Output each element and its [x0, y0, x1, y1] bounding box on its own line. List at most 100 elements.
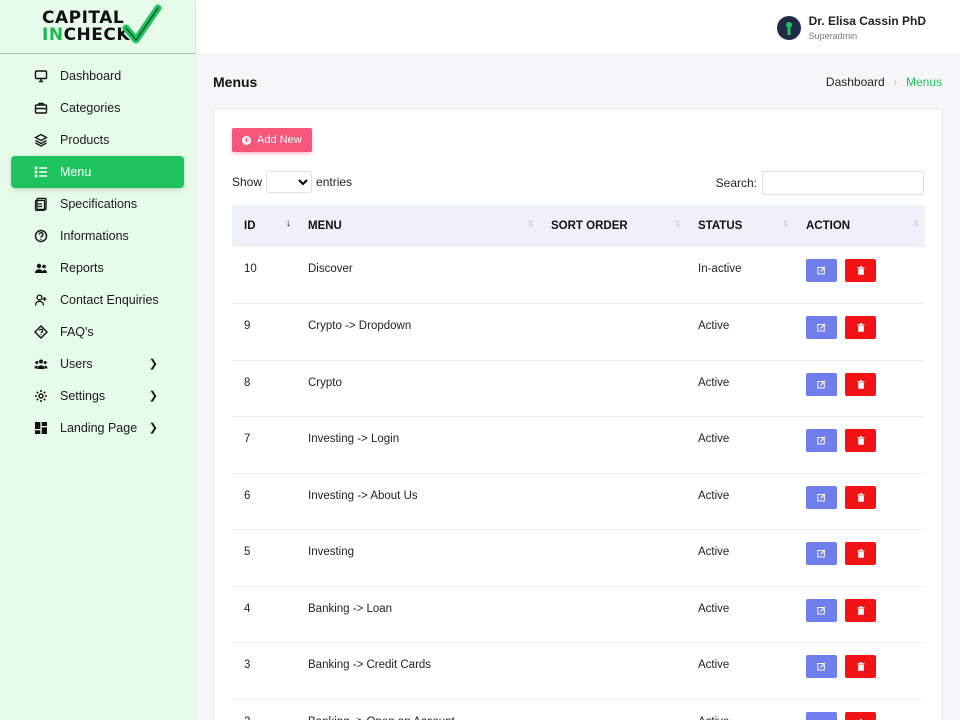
dashboard-grid-icon	[34, 421, 48, 435]
sidebar-item-settings[interactable]: Settings ❯	[11, 380, 184, 412]
edit-icon	[817, 549, 826, 558]
sidebar-item-label: Contact Enquiries	[60, 293, 159, 307]
column-header-status[interactable]: STATUS ↑↓	[686, 205, 794, 247]
check-mark-icon	[122, 4, 162, 43]
table-row: 2Banking -> Open an Account Active	[232, 699, 925, 720]
user-menu[interactable]: Dr. Elisa Cassin PhD Superadmin	[776, 14, 926, 41]
sidebar-item-label: Menu	[60, 165, 92, 179]
edit-button[interactable]	[806, 598, 837, 622]
cell-menu: Crypto -> Dropdown	[296, 303, 539, 361]
delete-button[interactable]	[845, 655, 876, 678]
edit-button[interactable]	[806, 655, 837, 678]
table-row: 4 Banking -> Loan Active	[232, 586, 925, 643]
user-plus-icon	[34, 293, 48, 307]
cell-status: Active	[686, 586, 794, 643]
edit-button[interactable]	[806, 372, 837, 396]
delete-button[interactable]	[845, 372, 876, 396]
monitor-icon	[34, 69, 48, 83]
breadcrumb-dashboard-link[interactable]: Dashboard	[826, 75, 885, 89]
add-new-button[interactable]: + Add New	[232, 128, 312, 152]
sidebar-item-landing-page[interactable]: Landing Page ❯	[11, 412, 184, 444]
delete-button[interactable]	[845, 598, 876, 622]
cell-sort-order	[539, 586, 686, 643]
table-header-row: ID ↑↓ MENU ↑↓ SORT ORDER ↑↓ STATUS ↑↓ ACTION…	[232, 205, 925, 247]
column-header-sort-order[interactable]: SORT ORDER ↑↓	[539, 205, 686, 247]
chevron-right-icon: ❯	[148, 390, 158, 402]
sidebar-item-label: FAQ's	[60, 325, 94, 339]
sidebar-item-contact-enquiries[interactable]: Contact Enquiries	[11, 284, 184, 316]
cell-sort-order	[539, 529, 686, 587]
edit-button[interactable]	[806, 542, 837, 565]
search-input[interactable]	[762, 171, 924, 195]
cell-id: 4	[232, 586, 296, 643]
cell-id: 10	[232, 247, 296, 304]
group-icon	[34, 357, 48, 371]
edit-button[interactable]	[806, 259, 837, 282]
cell-status: Active	[686, 360, 794, 417]
sidebar-item-faq-s[interactable]: FAQ's	[11, 316, 184, 348]
chevron-right-icon: ❯	[148, 422, 158, 434]
sidebar-item-dashboard[interactable]: Dashboard	[11, 60, 184, 92]
cell-action	[794, 642, 925, 700]
sidebar-item-reports[interactable]: Reports	[11, 252, 184, 284]
cell-status: Active	[686, 642, 794, 700]
sidebar-item-users[interactable]: Users ❯	[11, 348, 184, 380]
column-header-action[interactable]: ACTION ↑↓	[794, 205, 925, 247]
plus-circle-icon: +	[242, 134, 251, 145]
cell-sort-order	[539, 699, 686, 720]
delete-button[interactable]	[845, 485, 876, 509]
cell-id: 8	[232, 360, 296, 417]
edit-icon	[817, 436, 826, 445]
cell-status: Active	[686, 529, 794, 587]
sidebar-item-categories[interactable]: Categories	[11, 92, 184, 124]
cell-menu: Investing -> Login	[296, 416, 539, 474]
sidebar-item-products[interactable]: Products	[11, 124, 184, 156]
delete-button[interactable]	[845, 259, 876, 282]
delete-button[interactable]	[845, 429, 876, 452]
trash-icon	[857, 605, 864, 615]
edit-button[interactable]	[806, 485, 837, 509]
trash-icon	[857, 436, 864, 445]
sidebar-item-specifications[interactable]: Specifications	[11, 188, 184, 220]
cell-action	[794, 303, 925, 361]
cell-id: 9	[232, 303, 296, 361]
cell-status: Active	[686, 473, 794, 530]
edit-icon	[817, 606, 826, 614]
table-row: 7 Investing -> Login Active	[232, 416, 925, 474]
delete-button[interactable]	[845, 316, 876, 339]
cell-menu: Banking -> Loan	[296, 586, 539, 643]
user-role: Superadmin	[808, 31, 858, 41]
delete-button[interactable]	[845, 542, 876, 565]
delete-button[interactable]	[845, 711, 876, 720]
brand-logo[interactable]: CAPITAL INCHECK	[0, 0, 195, 54]
entries-select[interactable]	[266, 171, 313, 193]
sort-icon: ↑↓	[913, 218, 920, 229]
column-header-menu[interactable]: MENU ↑↓	[296, 205, 539, 247]
cell-menu: Banking -> Credit Cards	[296, 642, 539, 700]
trash-icon	[857, 323, 864, 332]
edit-button[interactable]	[806, 429, 837, 452]
layers-icon	[34, 133, 48, 147]
trash-icon	[857, 662, 864, 671]
cell-action	[794, 416, 925, 474]
menus-card: + Add New Show entries Search: ID ↑↓ MENU…	[213, 108, 943, 720]
edit-button[interactable]	[806, 711, 837, 720]
page-title: Menus	[213, 74, 258, 90]
table-row: 5 Investing Active	[232, 529, 925, 587]
trash-icon	[857, 266, 864, 275]
entries-length-control: Show entries	[232, 171, 352, 193]
cell-menu: Investing -> About Us	[296, 473, 539, 530]
edit-icon	[817, 266, 826, 275]
sidebar-item-label: Reports	[60, 261, 104, 275]
cell-action	[794, 529, 925, 587]
edit-icon	[817, 662, 826, 671]
edit-icon	[817, 493, 826, 501]
column-header-id[interactable]: ID ↑↓	[232, 205, 296, 247]
sidebar-item-informations[interactable]: Informations	[11, 220, 184, 252]
edit-button[interactable]	[806, 316, 837, 339]
sidebar-item-menu[interactable]: Menu	[11, 156, 184, 188]
cell-id: 7	[232, 416, 296, 474]
table-row: 9 Crypto -> Dropdown Active	[232, 303, 925, 361]
breadcrumb-separator: ›	[893, 76, 897, 88]
top-bar: Dr. Elisa Cassin PhD Superadmin	[196, 0, 960, 54]
